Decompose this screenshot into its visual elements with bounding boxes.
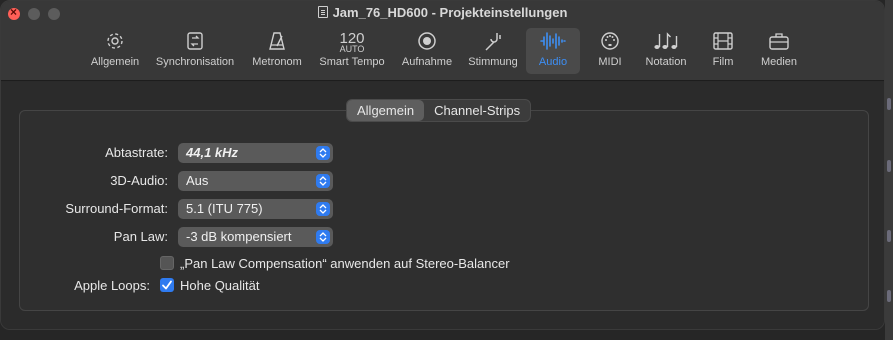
- apple-loops-label: Apple Loops:: [74, 278, 150, 293]
- sample-rate-value: 44,1 kHz: [186, 145, 239, 160]
- edge-mark: [887, 230, 891, 242]
- segmented-tabs: Allgemein Channel-Strips: [346, 99, 532, 122]
- chevron-updown-icon: [316, 174, 330, 188]
- surround-format-value: 5.1 (ITU 775): [186, 201, 263, 216]
- background-window-edge: [885, 0, 893, 340]
- tab-notation[interactable]: Notation: [641, 28, 691, 74]
- window-title: Jam_76_HD600 - Projekteinstellungen: [1, 5, 884, 20]
- document-icon: [317, 6, 328, 18]
- chevron-updown-icon: [316, 202, 330, 216]
- record-icon: [412, 28, 442, 54]
- tab-midi[interactable]: MIDI: [591, 28, 629, 74]
- pan-law-compensation-checkbox[interactable]: [160, 256, 174, 270]
- tab-label: Smart Tempo: [319, 56, 385, 68]
- notes-icon: [651, 28, 681, 54]
- midi-icon: [595, 28, 625, 54]
- titlebar: Jam_76_HD600 - Projekteinstellungen Allg…: [1, 1, 884, 81]
- sample-rate-label: Abtastrate:: [105, 145, 168, 160]
- pan-law-popup[interactable]: -3 dB kompensiert: [178, 227, 333, 247]
- tab-synchronisation[interactable]: Synchronisation: [152, 28, 238, 74]
- edge-mark: [887, 290, 891, 302]
- tab-label: Allgemein: [90, 56, 140, 68]
- film-icon: [708, 28, 738, 54]
- tab-label: Notation: [645, 56, 687, 68]
- tab-label: Aufnahme: [401, 56, 453, 68]
- pan-law-label: Pan Law:: [113, 229, 168, 244]
- tab-general[interactable]: Allgemein: [347, 100, 425, 121]
- tempo-icon: 120 AUTO: [337, 28, 367, 54]
- tab-label: Audio: [538, 56, 568, 68]
- tempo-number: 120: [339, 29, 365, 47]
- toolbar: Allgemein Synchronisation Metronom 120 A…: [1, 28, 884, 74]
- edge-mark: [887, 160, 891, 172]
- chevron-updown-icon: [316, 230, 330, 244]
- settings-panel: Abtastrate: 44,1 kHz 3D-Audio: Aus Surro…: [19, 110, 869, 311]
- apple-loops-checkbox[interactable]: [160, 278, 174, 292]
- tab-channel-strips[interactable]: Channel-Strips: [424, 100, 530, 121]
- tab-aufnahme[interactable]: Aufnahme: [397, 28, 457, 74]
- sync-icon: [180, 28, 210, 54]
- tab-metronom[interactable]: Metronom: [248, 28, 306, 74]
- content-area: Abtastrate: 44,1 kHz 3D-Audio: Aus Surro…: [1, 82, 884, 329]
- tuning-fork-icon: [478, 28, 508, 54]
- audio-3d-label: 3D-Audio:: [110, 173, 168, 188]
- tempo-sub: AUTO: [339, 43, 365, 54]
- edge-mark: [887, 98, 891, 110]
- tab-label: Synchronisation: [155, 56, 235, 68]
- tab-film[interactable]: Film: [704, 28, 742, 74]
- gear-icon: [100, 28, 130, 54]
- tab-allgemein[interactable]: Allgemein: [87, 28, 143, 74]
- apple-loops-option-label: Hohe Qualität: [180, 278, 260, 293]
- chevron-updown-icon: [316, 146, 330, 160]
- project-settings-window: Jam_76_HD600 - Projekteinstellungen Allg…: [0, 0, 885, 330]
- pan-law-compensation-label: „Pan Law Compensation“ anwenden auf Ster…: [180, 256, 510, 271]
- surround-format-label: Surround-Format:: [65, 201, 168, 216]
- tab-medien[interactable]: Medien: [757, 28, 801, 74]
- tab-label: Stimmung: [468, 56, 518, 68]
- tab-label: MIDI: [598, 56, 622, 68]
- sample-rate-popup[interactable]: 44,1 kHz: [178, 143, 333, 163]
- tab-stimmung[interactable]: Stimmung: [464, 28, 522, 74]
- tab-audio[interactable]: Audio: [526, 28, 580, 74]
- surround-format-popup[interactable]: 5.1 (ITU 775): [178, 199, 333, 219]
- window-title-text: Jam_76_HD600 - Projekteinstellungen: [332, 5, 568, 20]
- tab-label: Film: [712, 56, 734, 68]
- pan-law-value: -3 dB kompensiert: [186, 229, 292, 244]
- tab-label: Metronom: [252, 56, 302, 68]
- waveform-icon: [538, 28, 568, 54]
- audio-3d-value: Aus: [186, 173, 209, 188]
- metronome-icon: [262, 28, 292, 54]
- tab-label: Medien: [760, 56, 798, 68]
- tab-smart-tempo[interactable]: 120 AUTO Smart Tempo: [315, 28, 389, 74]
- audio-3d-popup[interactable]: Aus: [178, 171, 333, 191]
- briefcase-icon: [764, 28, 794, 54]
- checkmark-icon: [162, 280, 172, 290]
